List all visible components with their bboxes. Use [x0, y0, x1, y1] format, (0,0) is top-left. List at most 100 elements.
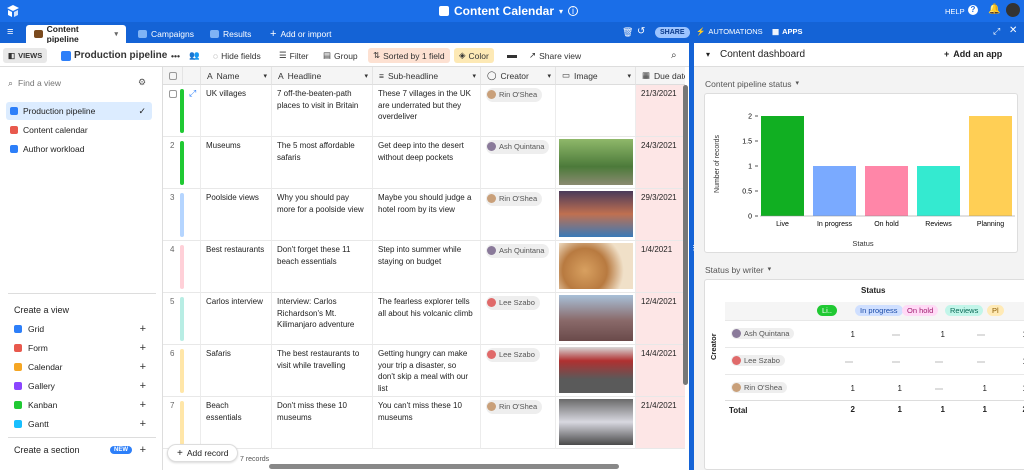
sidebar-item-content-calendar[interactable]: Content calendar: [6, 121, 152, 139]
hide-fields-button[interactable]: ◌ Hide fields: [208, 48, 266, 63]
creator-cell[interactable]: Rin O'Shea: [481, 85, 556, 137]
name-cell[interactable]: UK villages: [201, 85, 272, 137]
group-button[interactable]: ▤ Group: [318, 48, 363, 63]
search-icon[interactable]: ⌕: [666, 48, 682, 63]
user-avatar[interactable]: [1006, 3, 1020, 17]
sidebar-item-production-pipeline[interactable]: Production pipeline ✓: [6, 102, 152, 120]
tab-content-pipeline[interactable]: Content pipeline ▾: [26, 24, 126, 44]
add-record-button[interactable]: + Add record: [167, 444, 239, 462]
due-date-cell[interactable]: 21/4/2021: [636, 397, 685, 449]
chevron-down-icon[interactable]: ▾: [706, 50, 710, 59]
apps-button[interactable]: ▦ APPS: [772, 27, 803, 36]
filter-button[interactable]: ☰ Filter: [274, 48, 314, 63]
sub-headline-cell[interactable]: The fearless explorer tells all about hi…: [373, 293, 481, 345]
select-all-checkbox[interactable]: [163, 67, 183, 85]
column-header-image[interactable]: ▭ Image ▾: [556, 67, 636, 85]
current-view-name[interactable]: Production pipeline: [56, 48, 172, 63]
creator-cell[interactable]: Rin O'Shea: [481, 397, 556, 449]
due-date-cell[interactable]: 21/3/2021: [636, 85, 685, 137]
bar-reviews[interactable]: [917, 166, 960, 216]
dashboard-title[interactable]: Content dashboard: [720, 49, 805, 60]
image-cell[interactable]: [556, 241, 636, 293]
name-cell[interactable]: Best restaurants: [201, 241, 272, 293]
headline-cell[interactable]: The best restaurants to visit while trav…: [272, 345, 373, 397]
help-link[interactable]: HELP: [945, 7, 965, 16]
bar-live[interactable]: [761, 116, 804, 216]
settings-gear-icon[interactable]: ⚙: [138, 77, 146, 88]
name-cell[interactable]: Safaris: [201, 345, 272, 397]
create-gallery-view[interactable]: Gallery +: [14, 379, 150, 393]
airtable-logo-icon[interactable]: [6, 4, 20, 18]
hamburger-menu-icon[interactable]: ≡: [7, 26, 13, 38]
creator-cell[interactable]: Ash Quintana: [481, 137, 556, 189]
sub-headline-cell[interactable]: Get deep into the desert without deep po…: [373, 137, 481, 189]
history-icon[interactable]: ↺: [637, 26, 645, 37]
bar-planning[interactable]: [969, 116, 1012, 216]
headline-cell[interactable]: The 5 most affordable safaris: [272, 137, 373, 189]
bar-in-progress[interactable]: [813, 166, 856, 216]
column-header-name[interactable]: A Name ▾: [201, 67, 272, 85]
chart-app-title[interactable]: Content pipeline status ▾: [705, 79, 799, 89]
find-view-input[interactable]: [18, 78, 129, 88]
sort-button[interactable]: ⇅ Sorted by 1 field: [368, 48, 450, 63]
column-header-due-date[interactable]: ▦Due date: [636, 67, 685, 85]
help-icon[interactable]: ?: [968, 5, 978, 15]
tab-results[interactable]: Results: [202, 25, 259, 43]
image-cell[interactable]: [556, 137, 636, 189]
name-cell[interactable]: Beach essentials: [201, 397, 272, 449]
headline-cell[interactable]: Why you should pay more for a poolside v…: [272, 189, 373, 241]
info-icon[interactable]: i: [568, 6, 579, 16]
create-grid-view[interactable]: Grid +: [14, 322, 150, 336]
share-view-button[interactable]: ↗ Share view: [524, 48, 586, 63]
automations-button[interactable]: ⚡ AUTOMATIONS: [696, 27, 763, 36]
color-button[interactable]: ◈ Color: [454, 48, 494, 63]
due-date-cell[interactable]: 29/3/2021: [636, 189, 685, 241]
image-cell[interactable]: [556, 345, 636, 397]
pivot-app-title[interactable]: Status by writer ▾: [705, 265, 771, 275]
trash-icon[interactable]: 🗑: [622, 27, 633, 38]
tab-campaigns[interactable]: Campaigns: [130, 25, 202, 43]
sub-headline-cell[interactable]: You can't miss these 10 museums: [373, 397, 481, 449]
share-button[interactable]: SHARE: [655, 27, 690, 38]
create-form-view[interactable]: Form +: [14, 341, 150, 355]
find-view-search[interactable]: ⌕: [8, 76, 148, 90]
collaborators-icon[interactable]: 👥: [184, 48, 205, 63]
creator-cell[interactable]: Lee Szabo: [481, 293, 556, 345]
notification-bell-icon[interactable]: 🔔: [988, 4, 1000, 15]
name-cell[interactable]: Poolside views: [201, 189, 272, 241]
sub-headline-cell[interactable]: Maybe you should judge a hotel room by i…: [373, 189, 481, 241]
due-date-cell[interactable]: 12/4/2021: [636, 293, 685, 345]
headline-cell[interactable]: Interview: Carlos Richardson's Mt. Kilim…: [272, 293, 373, 345]
image-thumbnail[interactable]: [559, 295, 633, 341]
creator-cell[interactable]: Lee Szabo: [481, 345, 556, 397]
image-cell[interactable]: [556, 85, 636, 137]
base-title[interactable]: Content Calendar ▾ i: [439, 4, 579, 18]
row-checkbox[interactable]: [169, 90, 177, 98]
bar-on-hold[interactable]: [865, 166, 908, 216]
column-header-creator[interactable]: ◯ Creator ▾: [481, 67, 556, 85]
due-date-cell[interactable]: 24/3/2021: [636, 137, 685, 189]
column-header-headline[interactable]: A Headline ▾: [272, 67, 373, 85]
vertical-scrollbar[interactable]: [683, 85, 688, 385]
expand-record-icon[interactable]: ⤢: [189, 88, 196, 100]
create-kanban-view[interactable]: Kanban +: [14, 398, 150, 412]
add-or-import-button[interactable]: + Add or import: [262, 25, 339, 43]
image-cell[interactable]: [556, 189, 636, 241]
row-height-icon[interactable]: ▬: [502, 48, 522, 63]
due-date-cell[interactable]: 1/4/2021: [636, 241, 685, 293]
create-gantt-view[interactable]: Gantt +: [14, 417, 150, 431]
headline-cell[interactable]: Don't miss these 10 museums: [272, 397, 373, 449]
expand-icon[interactable]: ⤢: [993, 26, 1000, 37]
creator-cell[interactable]: Rin O'Shea: [481, 189, 556, 241]
name-cell[interactable]: Museums: [201, 137, 272, 189]
image-thumbnail[interactable]: [559, 139, 633, 185]
headline-cell[interactable]: Don't forget these 11 beach essentials: [272, 241, 373, 293]
image-thumbnail[interactable]: [559, 243, 633, 289]
image-cell[interactable]: [556, 397, 636, 449]
creator-cell[interactable]: Ash Quintana: [481, 241, 556, 293]
sidebar-item-author-workload[interactable]: Author workload: [6, 140, 152, 158]
sub-headline-cell[interactable]: Step into summer while staying on budget: [373, 241, 481, 293]
sub-headline-cell[interactable]: These 7 villages in the UK are underrate…: [373, 85, 481, 137]
sub-headline-cell[interactable]: Getting hungry can make your trip a disa…: [373, 345, 481, 397]
image-thumbnail[interactable]: [559, 399, 633, 445]
